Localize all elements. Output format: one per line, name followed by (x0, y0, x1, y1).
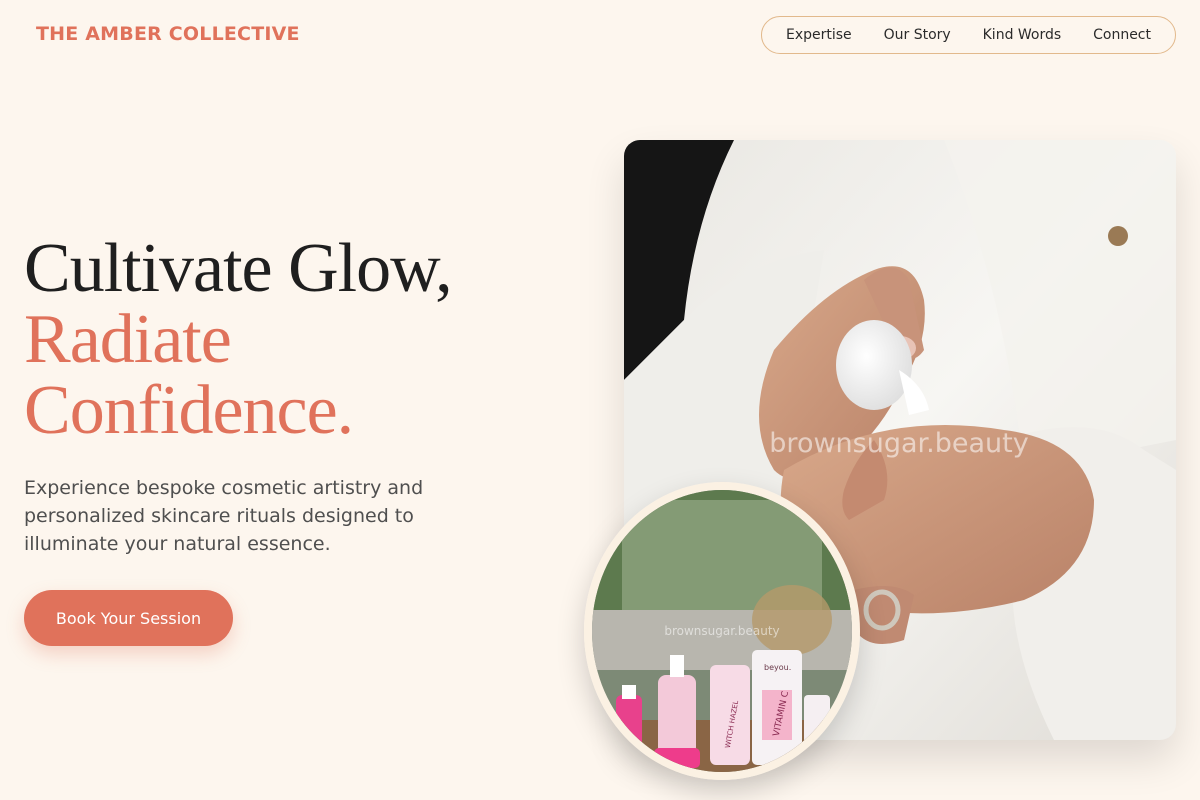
inset-photo-products: beyou. VITAMIN C WITCH HAZEL brownsugar.… (584, 482, 860, 780)
inset-photo-illustration: beyou. VITAMIN C WITCH HAZEL brownsugar.… (592, 490, 852, 772)
brand-logo[interactable]: THE AMBER COLLECTIVE (36, 23, 300, 45)
hero-headline-line3: Confidence. (24, 372, 354, 449)
nav-item-expertise[interactable]: Expertise (786, 27, 852, 43)
main-nav: Expertise Our Story Kind Words Connect (761, 16, 1176, 54)
book-session-button[interactable]: Book Your Session (24, 590, 233, 646)
hero-headline-line1: Cultivate Glow, (24, 230, 453, 307)
inset-photo-watermark: brownsugar.beauty (664, 624, 779, 638)
main-photo-watermark: brownsugar.beauty (769, 428, 1028, 459)
inset-product-brand: beyou. (764, 663, 791, 672)
hero-headline: Cultivate Glow, Radiate Confidence. (24, 233, 564, 446)
hero-description: Experience bespoke cosmetic artistry and… (24, 477, 424, 555)
hero-headline-line2: Radiate (24, 301, 232, 378)
nav-item-kind-words[interactable]: Kind Words (983, 27, 1062, 43)
nav-item-connect[interactable]: Connect (1093, 27, 1151, 43)
nav-item-our-story[interactable]: Our Story (884, 27, 951, 43)
